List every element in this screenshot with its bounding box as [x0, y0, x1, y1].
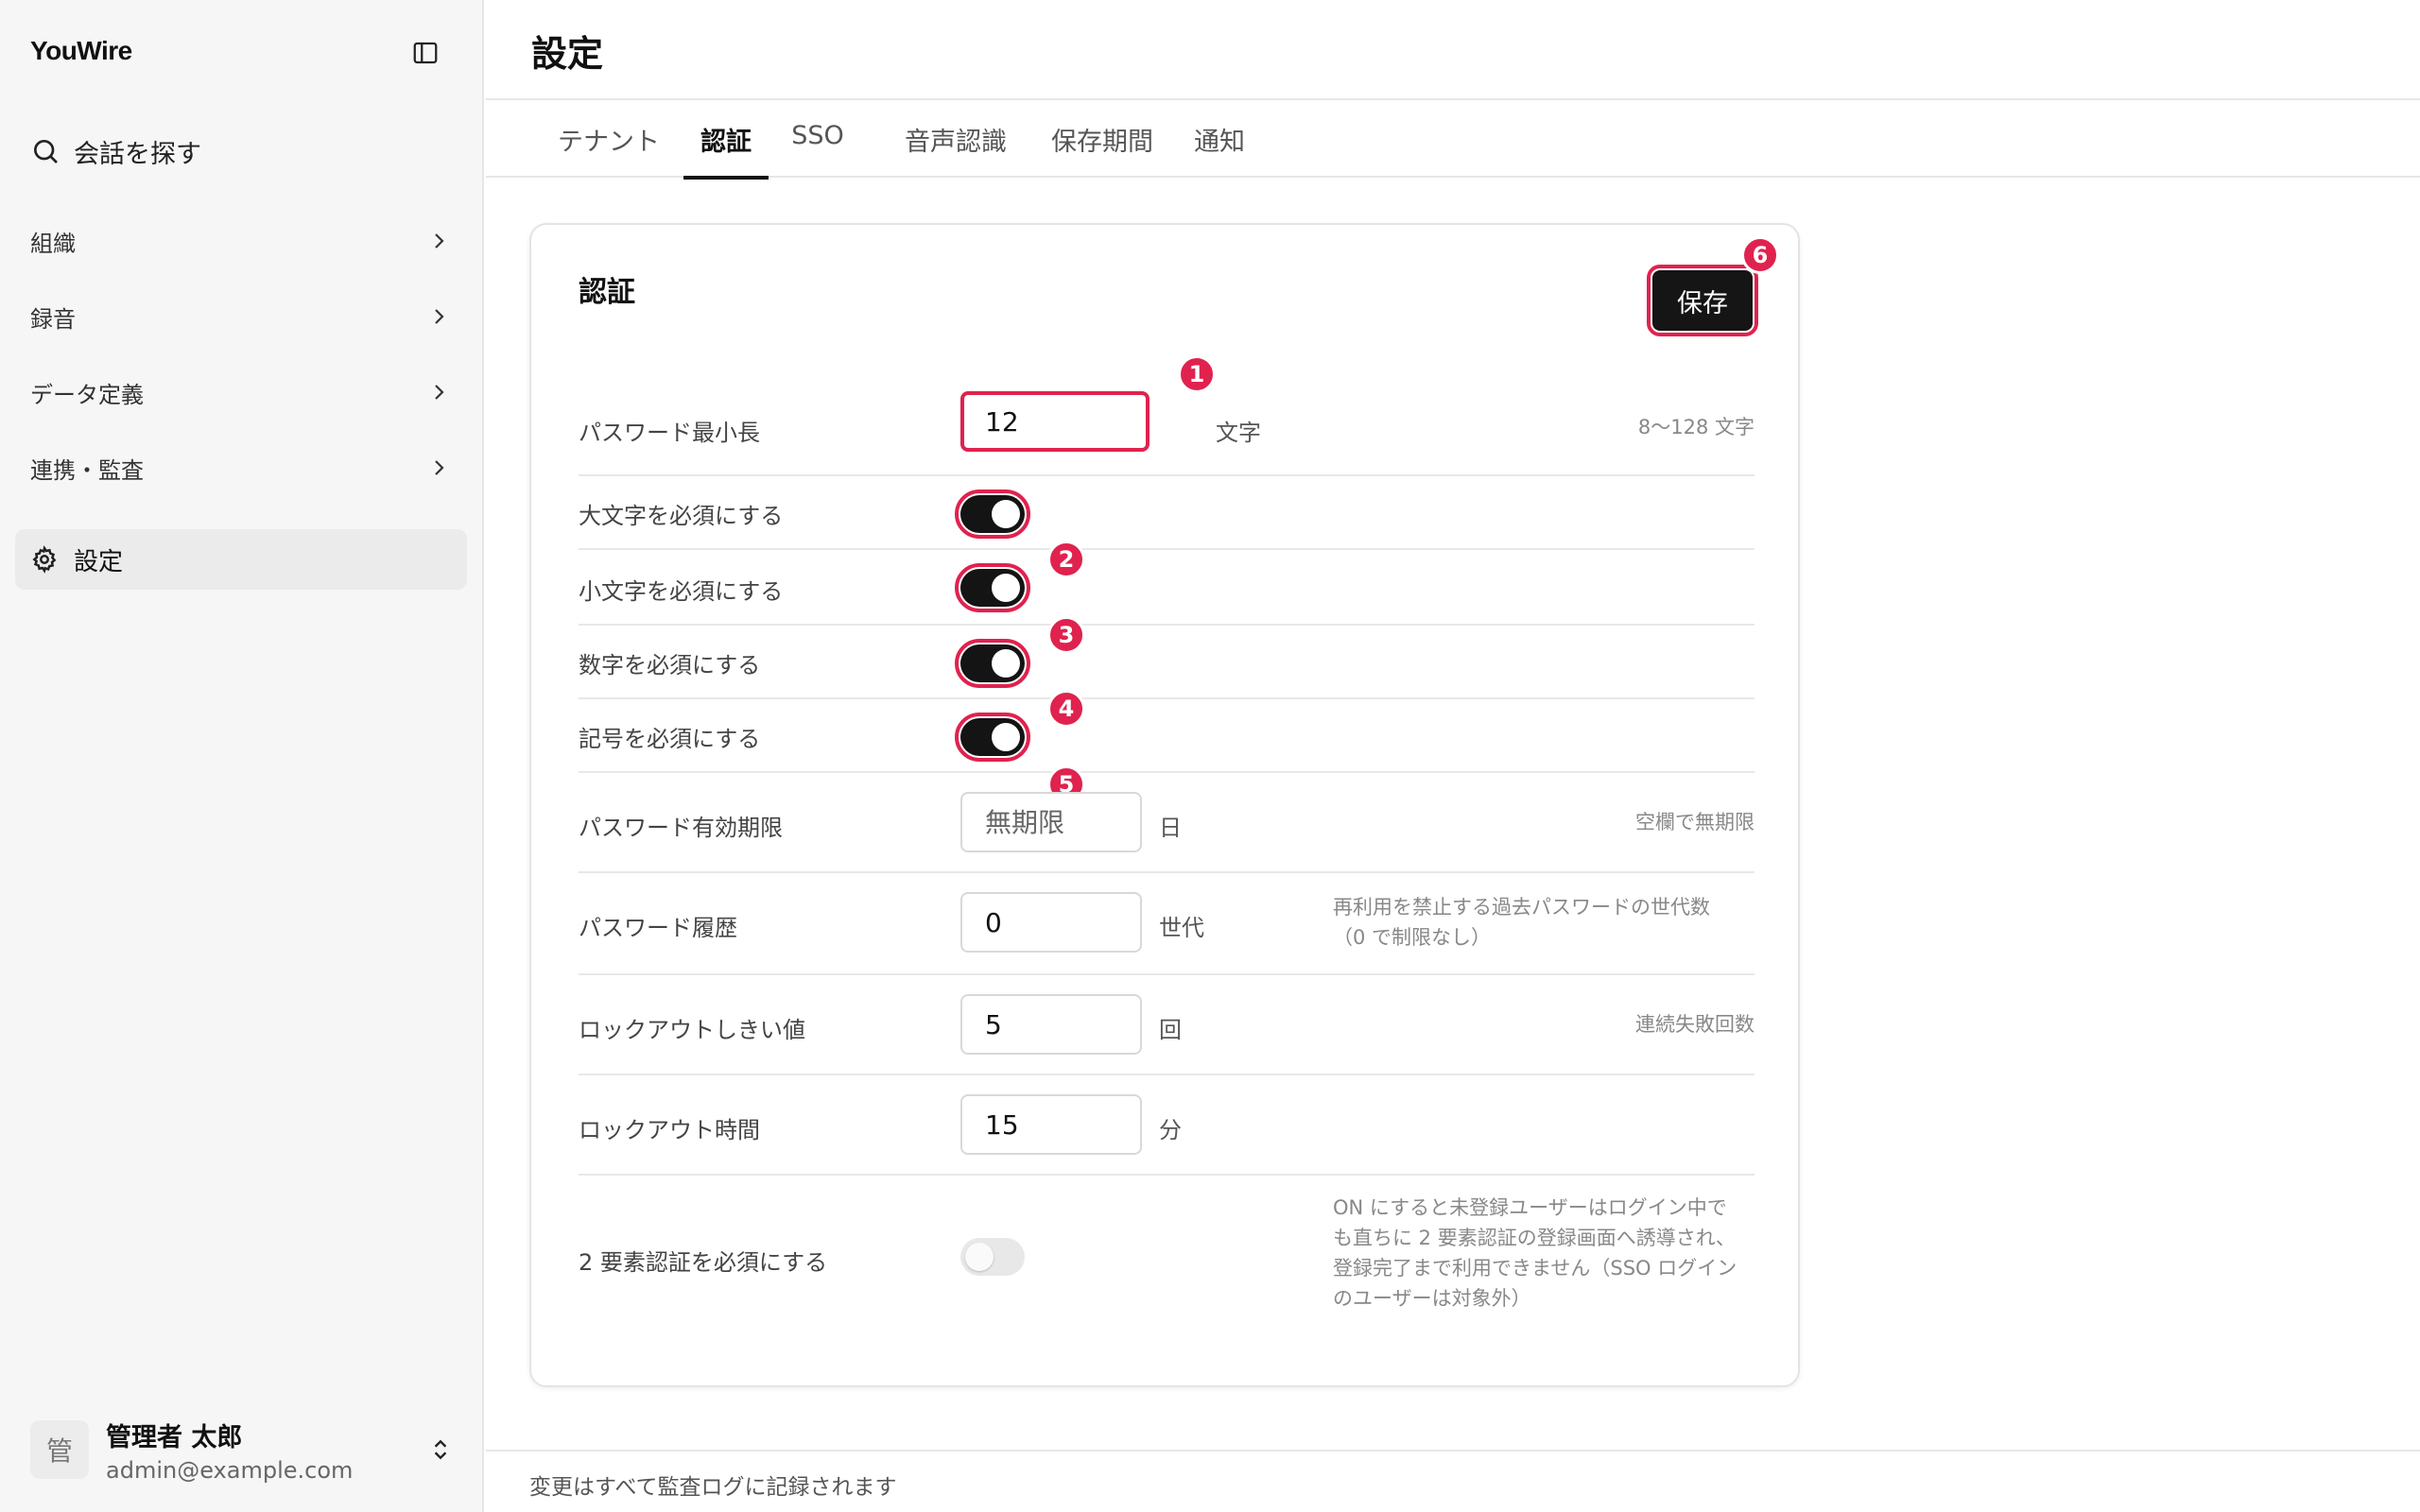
password-history-row: パスワード履歴 世代 再利用を禁止する過去パスワードの世代数 （0 で制限なし） [579, 873, 1754, 975]
authentication-settings-card: 認証 保存 6 パスワード最小長 文字 8〜128 文字 1 大文字を必須にする… [529, 223, 1800, 1387]
lockout-duration-row: ロックアウト時間 分 [579, 1075, 1754, 1176]
tab-sso[interactable]: SSO [786, 121, 849, 178]
password-min-length-label: パスワード最小長 [579, 420, 760, 446]
brand-logo[interactable]: YouWire [30, 36, 132, 66]
user-name: 管理者 太郎 [106, 1422, 243, 1452]
require-lowercase-row: 小文字を必須にする 2 [579, 541, 1754, 626]
lockout-duration-unit: 分 [1159, 1117, 1182, 1143]
lockout-threshold-row: ロックアウトしきい値 回 連続失敗回数 [579, 975, 1754, 1075]
tab-tenant[interactable]: テナント [552, 121, 666, 178]
search-conversations-button[interactable]: 会話を探す [30, 132, 201, 170]
require-2fa-row: 2 要素認証を必須にする ON にすると未登録ユーザーはログイン中で も直ちに … [579, 1176, 1754, 1336]
sidebar-item-label: 連携・監査 [30, 456, 144, 484]
password-history-hint-line: 再利用を禁止する過去パスワードの世代数 [1333, 896, 1710, 919]
page-header: 設定 [486, 0, 2420, 100]
annotation-badge-4: 4 [1047, 690, 1085, 728]
user-email: admin@example.com [106, 1456, 354, 1484]
lockout-threshold-input[interactable] [960, 994, 1142, 1055]
settings-tabs: テナント 認証 SSO 音声認識 保存期間 通知 [486, 100, 2420, 180]
require-2fa-label: 2 要素認証を必須にする [579, 1249, 828, 1276]
chevron-right-icon [425, 303, 452, 330]
password-min-length-unit: 文字 [1216, 420, 1261, 446]
gear-icon [32, 545, 57, 574]
require-uppercase-toggle[interactable] [955, 490, 1030, 539]
sidebar-item-label: 設定 [74, 547, 124, 576]
require-2fa-hint-line: のユーザーは対象外） [1333, 1287, 1531, 1310]
lockout-threshold-hint: 連続失敗回数 [1635, 1013, 1754, 1036]
password-expiry-row: パスワード有効期限 日 空欄で無期限 [579, 773, 1754, 873]
sidebar: YouWire 会話を探す 組織 録音 データ定義 連携・監査 設定 管 管理者… [0, 0, 484, 1512]
password-expiry-unit: 日 [1159, 815, 1182, 841]
chevron-right-icon [425, 379, 452, 405]
chevron-right-icon [425, 455, 452, 481]
sidebar-panel-icon [413, 42, 438, 64]
lockout-duration-input[interactable] [960, 1094, 1142, 1155]
chevron-right-icon [425, 228, 452, 254]
search-icon [34, 140, 58, 163]
card-title: 認証 [579, 276, 635, 309]
require-lowercase-toggle[interactable] [955, 563, 1030, 612]
require-uppercase-row: 大文字を必須にする [579, 476, 1754, 550]
avatar: 管 [30, 1420, 89, 1479]
require-digits-toggle[interactable] [955, 639, 1030, 688]
password-expiry-hint: 空欄で無期限 [1635, 811, 1754, 833]
password-history-unit: 世代 [1159, 915, 1204, 941]
page-footer: 変更はすべて監査ログに記録されます [486, 1450, 2420, 1512]
password-min-length-row: パスワード最小長 文字 8〜128 文字 1 [579, 355, 1754, 476]
require-lowercase-label: 小文字を必須にする [579, 578, 784, 605]
require-2fa-toggle[interactable] [960, 1238, 1025, 1276]
require-2fa-hint-line: 登録完了まで利用できません（SSO ログイン [1333, 1257, 1737, 1280]
user-menu[interactable]: 管 管理者 太郎 admin@example.com [30, 1414, 456, 1486]
annotation-badge-6: 6 [1741, 236, 1779, 274]
require-symbols-toggle[interactable] [955, 713, 1030, 762]
require-uppercase-label: 大文字を必須にする [579, 503, 784, 529]
user-info: 管理者 太郎 admin@example.com [106, 1417, 425, 1484]
tab-speech-recognition[interactable]: 音声認識 [890, 121, 1022, 178]
password-history-hint-line: （0 で制限なし） [1333, 926, 1492, 949]
annotation-badge-2: 2 [1047, 541, 1085, 578]
sidebar-item-recordings[interactable]: 録音 [15, 290, 467, 343]
lockout-threshold-unit: 回 [1159, 1017, 1182, 1043]
search-label: 会話を探す [74, 139, 201, 169]
sidebar-item-label: 組織 [30, 230, 76, 257]
annotation-badge-3: 3 [1047, 616, 1085, 654]
password-min-length-input[interactable] [960, 391, 1150, 452]
lockout-duration-label: ロックアウト時間 [579, 1117, 760, 1143]
tab-notifications[interactable]: 通知 [1182, 121, 1257, 178]
save-button[interactable]: 保存 [1647, 265, 1758, 336]
sidebar-item-integrations-audit[interactable]: 連携・監査 [15, 441, 467, 494]
require-symbols-label: 記号を必須にする [579, 726, 761, 752]
require-digits-row: 数字を必須にする 3 [579, 616, 1754, 699]
audit-log-notice: 変更はすべて監査ログに記録されます [529, 1475, 897, 1500]
require-symbols-row: 記号を必須にする 4 5 [579, 690, 1754, 803]
password-history-input[interactable] [960, 892, 1142, 953]
annotation-badge-1: 1 [1178, 355, 1216, 393]
chevrons-up-down-icon[interactable] [425, 1435, 456, 1465]
password-expiry-input[interactable] [960, 792, 1142, 852]
sidebar-item-data-definitions[interactable]: データ定義 [15, 366, 467, 419]
tab-retention-period[interactable]: 保存期間 [1036, 121, 1168, 178]
page-title: 設定 [531, 33, 604, 75]
sidebar-item-label: 録音 [30, 305, 76, 333]
password-history-hint: 再利用を禁止する過去パスワードの世代数 （0 で制限なし） [1333, 892, 1710, 953]
require-2fa-hint-line: も直ちに 2 要素認証の登録画面へ誘導され、 [1333, 1227, 1736, 1249]
sidebar-item-settings[interactable]: 設定 [15, 529, 467, 590]
require-digits-label: 数字を必須にする [579, 652, 761, 679]
password-expiry-label: パスワード有効期限 [579, 815, 783, 841]
lockout-threshold-label: ロックアウトしきい値 [579, 1017, 805, 1043]
require-2fa-hint-line: ON にすると未登録ユーザーはログイン中で [1333, 1196, 1727, 1219]
sidebar-toggle-button[interactable] [408, 36, 442, 70]
password-history-label: パスワード履歴 [579, 915, 737, 941]
tab-authentication[interactable]: 認証 [683, 121, 769, 180]
require-2fa-hint: ON にすると未登録ユーザーはログイン中で も直ちに 2 要素認証の登録画面へ誘… [1333, 1193, 1737, 1314]
sidebar-item-label: データ定義 [30, 381, 144, 408]
password-min-length-hint: 8〜128 文字 [1637, 416, 1754, 438]
sidebar-item-organization[interactable]: 組織 [15, 215, 467, 267]
